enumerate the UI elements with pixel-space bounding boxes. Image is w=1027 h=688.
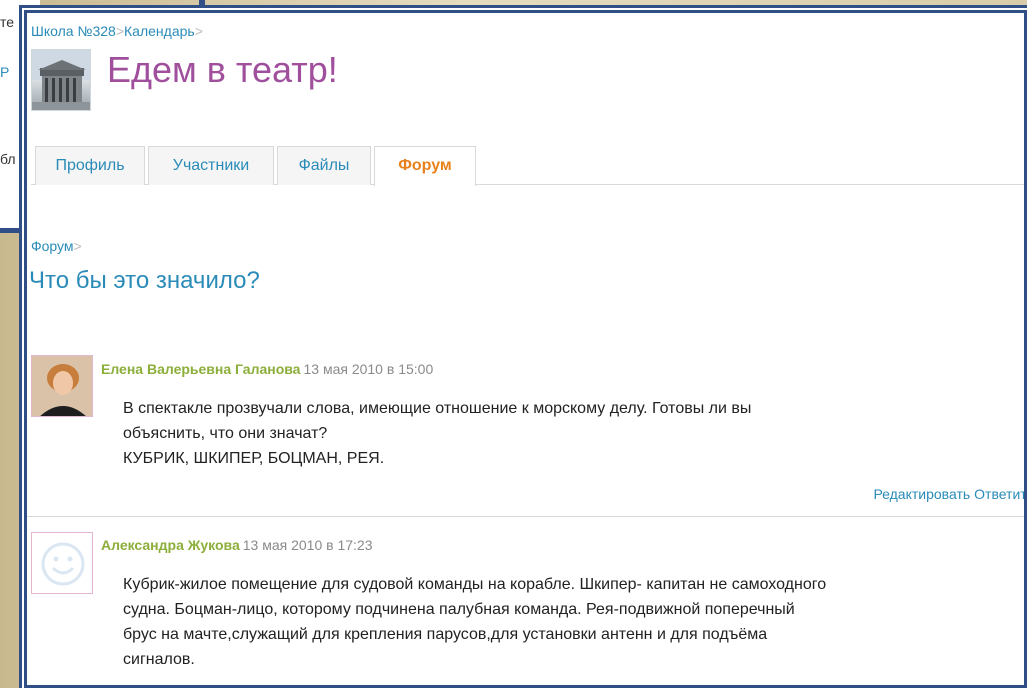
- background-text-fragment: бл: [0, 151, 16, 167]
- breadcrumb-school-link[interactable]: Школа №328: [31, 23, 116, 39]
- background-text-fragment: те: [0, 14, 15, 30]
- post-author-link[interactable]: Александра Жукова 13 мая 2010 в 17:23: [101, 537, 373, 553]
- event-title: Едем в театр!: [107, 49, 338, 90]
- post-actions: РедактироватьОтветить: [869, 486, 1024, 502]
- smiley-placeholder-icon[interactable]: [31, 532, 93, 594]
- forum-post: Александра Жукова 13 мая 2010 в 17:23 Куб…: [27, 532, 1024, 685]
- post-author-name[interactable]: Елена Валерьевна Галанова: [101, 361, 300, 377]
- forum-breadcrumb: Форум>: [31, 238, 82, 254]
- breadcrumb: Школа №328>Календарь>: [31, 23, 203, 39]
- post-body-line: В спектакле прозвучали слова, имеющие от…: [123, 400, 752, 417]
- post-body: В спектакле прозвучали слова, имеющие от…: [123, 396, 1024, 471]
- theater-building-photo-drawing: [32, 50, 90, 110]
- post-body-line: КУБРИК, ШКИПЕР, БОЦМАН, РЕЯ.: [123, 450, 385, 467]
- post-body-line: судна. Боцман-лицо, которому подчинена п…: [123, 601, 795, 618]
- post-author-name[interactable]: Александра Жукова: [101, 537, 240, 553]
- tab-profile[interactable]: Профиль: [35, 146, 145, 185]
- post-body-line: объяснить, что они значат?: [123, 425, 328, 442]
- forum-post: Елена Валерьевна Галанова 13 мая 2010 в 1…: [27, 355, 1024, 515]
- event-tabs: Профиль Участники Файлы Форум: [31, 146, 1024, 186]
- edit-post-link[interactable]: Редактировать: [873, 486, 970, 502]
- user-photo-drawing: [32, 356, 92, 416]
- post-body-line: Кубрик-жилое помещение для судовой коман…: [123, 576, 827, 593]
- post-date: 13 мая 2010 в 17:23: [242, 537, 373, 553]
- tab-forum[interactable]: Форум: [374, 146, 476, 186]
- breadcrumb-calendar-link[interactable]: Календарь: [124, 23, 195, 39]
- post-date: 13 мая 2010 в 15:00: [303, 361, 434, 377]
- post-body-line: сигналов.: [123, 651, 195, 668]
- theater-building-photo: [31, 49, 91, 111]
- smiley-placeholder-drawing: [41, 542, 85, 586]
- post-body: Кубрик-жилое помещение для судовой коман…: [123, 572, 1024, 672]
- breadcrumb-separator: >: [194, 23, 203, 39]
- user-photo[interactable]: [31, 355, 93, 417]
- breadcrumb-separator: >: [115, 23, 125, 39]
- post-divider: [27, 516, 1024, 517]
- tab-participants[interactable]: Участники: [148, 146, 274, 185]
- reply-post-link[interactable]: Ответить: [974, 486, 1024, 502]
- post-body-line: брус на мачте,служащий для крепления пар…: [123, 626, 768, 643]
- tab-files[interactable]: Файлы: [277, 146, 371, 185]
- topic-title: Что бы это значило?: [29, 267, 260, 294]
- breadcrumb-separator: >: [73, 238, 82, 254]
- background-link-fragment[interactable]: Р: [0, 64, 9, 80]
- post-author-link[interactable]: Елена Валерьевна Галанова 13 мая 2010 в 1…: [101, 361, 433, 377]
- event-forum-panel: Школа №328>Календарь> Едем в театр! Проф…: [24, 10, 1027, 688]
- forum-breadcrumb-link[interactable]: Форум: [31, 238, 74, 254]
